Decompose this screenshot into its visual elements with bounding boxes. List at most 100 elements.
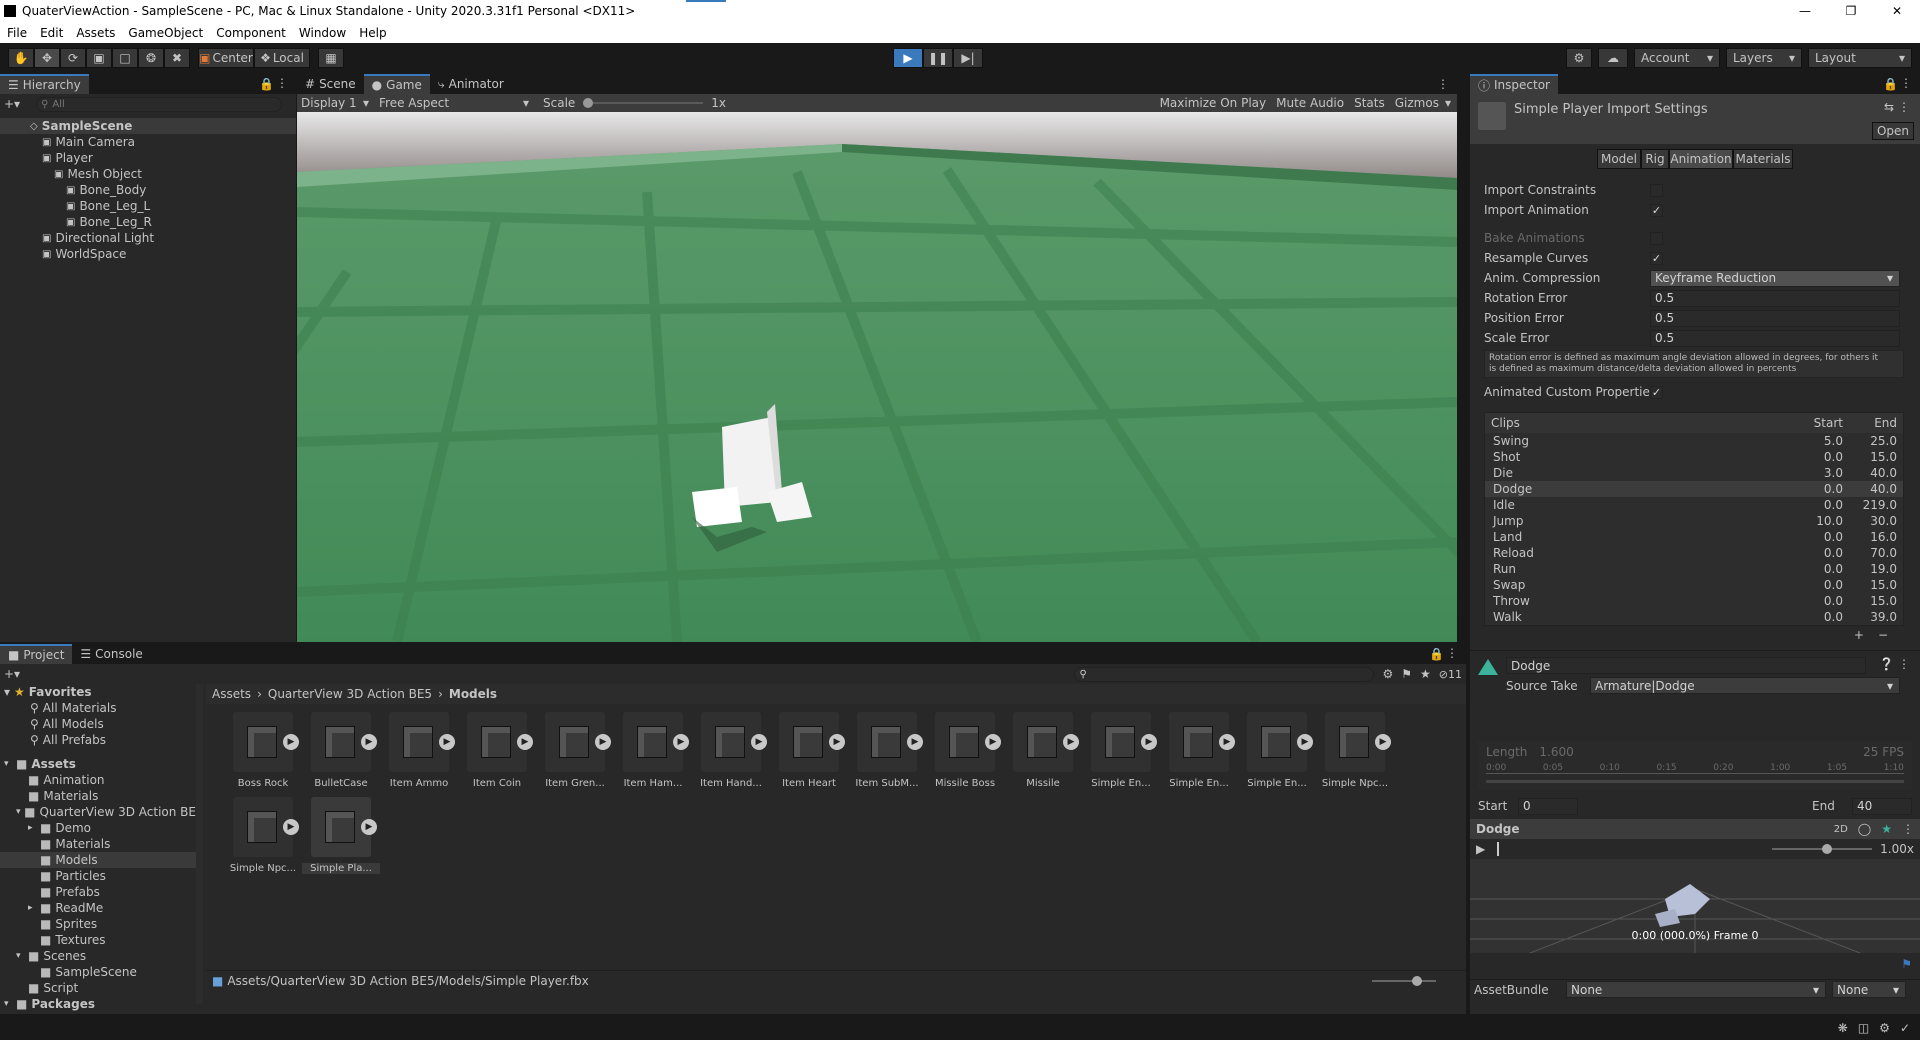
asset-item[interactable]: ▶ Simple Pla... <box>302 797 380 874</box>
expand-play-icon[interactable]: ▶ <box>595 734 611 750</box>
layers-dropdown[interactable]: Layers ▾ <box>1726 48 1802 68</box>
custom-tool-icon[interactable]: ✖ <box>164 48 190 68</box>
remove-clip-icon[interactable]: − <box>1878 628 1888 642</box>
scale-tool-icon[interactable]: ▣ <box>86 48 112 68</box>
tab-materials[interactable]: Materials <box>1733 149 1793 169</box>
clip-row[interactable]: Reload 0.0 70.0 <box>1485 545 1903 561</box>
asset-item[interactable]: ▶ Simple En... <box>1238 712 1316 789</box>
hierarchy-item[interactable]: ▣ Bone_Leg_L <box>0 198 296 214</box>
import-constraints-checkbox[interactable] <box>1650 183 1663 197</box>
asset-item[interactable]: ▶ Missile Boss <box>926 712 1004 789</box>
expand-play-icon[interactable]: ▶ <box>283 819 299 835</box>
asset-item[interactable]: ▶ Simple Npc... <box>224 797 302 874</box>
favorites-header[interactable]: ▾ ★ Favorites <box>0 684 196 700</box>
pivot-local-button[interactable]: ❖ Local <box>254 48 310 68</box>
more-icon[interactable]: ⋮ <box>1902 822 1914 836</box>
expand-play-icon[interactable]: ▶ <box>673 734 689 750</box>
expand-play-icon[interactable]: ▶ <box>751 734 767 750</box>
source-take-dropdown[interactable]: Armature|Dodge ▾ <box>1590 677 1900 694</box>
expand-icon[interactable]: ▾ <box>4 759 16 769</box>
maximize-on-play-toggle[interactable]: Maximize On Play <box>1160 96 1267 110</box>
asset-item[interactable]: ▶ Item Ammo <box>380 712 458 789</box>
lock-icon[interactable]: 🔒 <box>259 77 274 91</box>
asset-item[interactable]: ▶ Item Gren... <box>536 712 614 789</box>
asset-item[interactable]: ▶ Item SubM... <box>848 712 926 789</box>
folder-item[interactable]: ▾ ■ QuarterView 3D Action BE <box>0 804 196 820</box>
expand-play-icon[interactable]: ▶ <box>1063 734 1079 750</box>
rotate-tool-icon[interactable]: ⟳ <box>60 48 86 68</box>
assetbundle-variant-dropdown[interactable]: None ▾ <box>1832 981 1906 998</box>
tab-animator[interactable]: ⤷ Animator <box>430 74 512 94</box>
asset-item[interactable]: ▶ BulletCase <box>302 712 380 789</box>
scale-error-field[interactable]: 0.5 <box>1650 329 1900 347</box>
project-search-input[interactable]: ⚲ <box>1074 666 1375 682</box>
timeline-range-bar[interactable] <box>1486 780 1904 783</box>
breadcrumb-folder[interactable]: QuarterView 3D Action BE5 <box>268 687 432 701</box>
hierarchy-item[interactable]: ▣ WorldSpace <box>0 246 296 262</box>
icon-size-handle[interactable] <box>1412 975 1422 986</box>
clip-name-field[interactable]: Dodge <box>1506 657 1866 674</box>
clip-row[interactable]: Run 0.0 19.0 <box>1485 561 1903 577</box>
gizmos-toggle[interactable]: Gizmos <box>1395 96 1439 110</box>
resample-curves-checkbox[interactable]: ✓ <box>1650 251 1663 265</box>
rect-tool-icon[interactable]: □ <box>112 48 138 68</box>
hierarchy-item[interactable]: ◇ SampleScene <box>0 118 296 134</box>
tab-project[interactable]: ■ Project <box>0 644 73 664</box>
open-button[interactable]: Open <box>1872 122 1914 140</box>
tab-hierarchy[interactable]: ☰ Hierarchy <box>0 74 89 94</box>
import-animation-checkbox[interactable]: ✓ <box>1650 203 1663 217</box>
rotation-error-field[interactable]: 0.5 <box>1650 289 1900 307</box>
hierarchy-item[interactable]: ▣ Directional Light <box>0 230 296 246</box>
favorite-item[interactable]: ⚲ All Materials <box>0 700 196 716</box>
asset-item[interactable]: ▶ Item Coin <box>458 712 536 789</box>
aspect-dropdown[interactable]: Free Aspect ▾ <box>375 96 535 110</box>
menu-window[interactable]: Window <box>299 26 346 40</box>
expand-play-icon[interactable]: ▶ <box>907 734 923 750</box>
add-icon[interactable]: +▾ <box>4 97 20 111</box>
tab-model[interactable]: Model <box>1597 149 1641 169</box>
help-icon[interactable]: ❔ <box>1879 657 1894 671</box>
tab-game[interactable]: ● Game <box>363 74 430 94</box>
clip-row[interactable]: Dodge 0.0 40.0 <box>1485 481 1903 497</box>
avatar-icon[interactable]: ★ <box>1881 822 1892 836</box>
folder-item[interactable]: ■ Particles <box>0 868 196 884</box>
step-button[interactable]: ▶| <box>953 48 983 68</box>
asset-item[interactable]: ▶ Item Ham... <box>614 712 692 789</box>
breadcrumb-assets[interactable]: Assets <box>212 687 251 701</box>
asset-item[interactable]: ▶ Simple Npc... <box>1316 712 1394 789</box>
timeline-ruler[interactable]: 0:00 0:05 0:10 0:15 0:20 1:00 1:05 1:10 <box>1486 763 1904 774</box>
folder-item[interactable]: ■ Materials <box>0 788 196 804</box>
filter-label-icon[interactable]: ⚑ <box>1401 667 1412 681</box>
display-dropdown[interactable]: Display 1 ▾ <box>297 96 375 110</box>
menu-file[interactable]: File <box>7 26 27 40</box>
tab-animation[interactable]: Animation <box>1669 149 1733 169</box>
folder-item[interactable]: ▾ ■ Packages <box>0 996 196 1012</box>
tab-rig[interactable]: Rig <box>1641 149 1669 169</box>
expand-icon[interactable]: ▾ <box>4 999 16 1009</box>
restore-icon[interactable]: ❐ <box>1828 4 1874 18</box>
asset-item[interactable]: ▶ Missile <box>1004 712 1082 789</box>
preview-viewport[interactable]: 0:00 (000.0%) Frame 0 <box>1470 859 1920 953</box>
asset-item[interactable]: ▶ Simple En... <box>1082 712 1160 789</box>
grid-snap-icon[interactable]: ▦ <box>318 48 344 68</box>
mute-audio-toggle[interactable]: Mute Audio <box>1276 96 1344 110</box>
bug-icon[interactable]: ❋ <box>1838 1021 1848 1035</box>
asset-item[interactable]: ▶ Item Hand... <box>692 712 770 789</box>
layout-dropdown[interactable]: Layout ▾ <box>1808 48 1912 68</box>
lock-icon[interactable]: 🔒 <box>1883 77 1898 91</box>
clip-row[interactable]: Swing 5.0 25.0 <box>1485 433 1903 449</box>
pivot-icon[interactable]: ◯ <box>1858 822 1871 836</box>
help-icon[interactable]: ⇆ <box>1884 100 1894 114</box>
chevron-down-icon[interactable]: ▾ <box>1445 96 1451 110</box>
hierarchy-item[interactable]: ▣ Main Camera <box>0 134 296 150</box>
clip-row[interactable]: Die 3.0 40.0 <box>1485 465 1903 481</box>
clip-row[interactable]: Walk 0.0 39.0 <box>1485 609 1903 625</box>
expand-icon[interactable]: ▾ <box>16 951 28 961</box>
expand-play-icon[interactable]: ▶ <box>829 734 845 750</box>
menu-help[interactable]: Help <box>359 26 386 40</box>
clip-row[interactable]: Throw 0.0 15.0 <box>1485 593 1903 609</box>
menu-component[interactable]: Component <box>216 26 286 40</box>
play-button[interactable]: ▶ <box>893 48 923 68</box>
add-icon[interactable]: +▾ <box>4 667 20 681</box>
icon-size-slider[interactable] <box>1372 975 1436 986</box>
